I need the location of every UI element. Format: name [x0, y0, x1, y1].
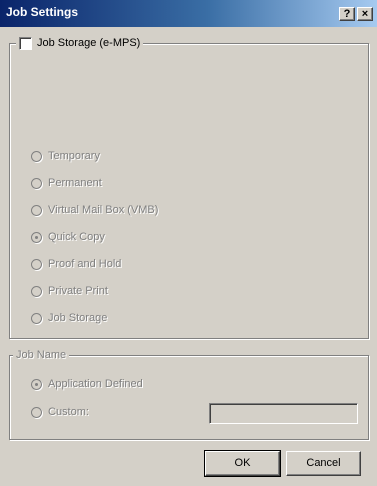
- radio-button[interactable]: [31, 151, 42, 162]
- radio-button[interactable]: [31, 259, 42, 270]
- radio-label: Custom:: [48, 406, 89, 418]
- job-settings-dialog: Job Settings ? × Job Storage (e-MPS) Tem…: [0, 0, 377, 486]
- job-name-groupbox: [9, 355, 369, 440]
- radio-label: Application Defined: [48, 378, 143, 390]
- radio-button[interactable]: [31, 178, 42, 189]
- radio-button[interactable]: [31, 313, 42, 324]
- close-button[interactable]: ×: [357, 7, 373, 21]
- radio-button[interactable]: [31, 232, 42, 243]
- ok-button[interactable]: OK: [204, 450, 281, 477]
- radio-label: Virtual Mail Box (VMB): [48, 204, 159, 216]
- radio-button[interactable]: [31, 205, 42, 216]
- radio-label: Quick Copy: [48, 231, 105, 243]
- job-name-legend: Job Name: [13, 349, 70, 362]
- job-storage-checkbox[interactable]: Job Storage (e-MPS): [16, 37, 144, 50]
- radio-quick-copy[interactable]: Quick Copy: [31, 231, 105, 244]
- radio-custom[interactable]: Custom:: [31, 406, 89, 419]
- radio-application-defined[interactable]: Application Defined: [31, 378, 143, 391]
- title-bar[interactable]: Job Settings ? ×: [0, 0, 377, 27]
- radio-label: Permanent: [48, 177, 102, 189]
- custom-job-name-input[interactable]: [209, 403, 358, 424]
- radio-proof-and-hold[interactable]: Proof and Hold: [31, 258, 121, 271]
- radio-temporary[interactable]: Temporary: [31, 150, 100, 163]
- radio-job-storage[interactable]: Job Storage: [31, 312, 107, 325]
- cancel-button[interactable]: Cancel: [286, 451, 361, 476]
- radio-button[interactable]: [31, 379, 42, 390]
- checkbox-box[interactable]: [19, 37, 32, 50]
- radio-private-print[interactable]: Private Print: [31, 285, 108, 298]
- help-button[interactable]: ?: [339, 7, 355, 21]
- radio-permanent[interactable]: Permanent: [31, 177, 102, 190]
- radio-label: Temporary: [48, 150, 100, 162]
- job-storage-checkbox-label: Job Storage (e-MPS): [37, 37, 141, 49]
- radio-button[interactable]: [31, 407, 42, 418]
- radio-label: Job Storage: [48, 312, 108, 324]
- dialog-title: Job Settings: [6, 5, 79, 19]
- radio-button[interactable]: [31, 286, 42, 297]
- radio-label: Private Print: [48, 285, 108, 297]
- radio-virtual-mail-box[interactable]: Virtual Mail Box (VMB): [31, 204, 158, 217]
- radio-label: Proof and Hold: [48, 258, 122, 270]
